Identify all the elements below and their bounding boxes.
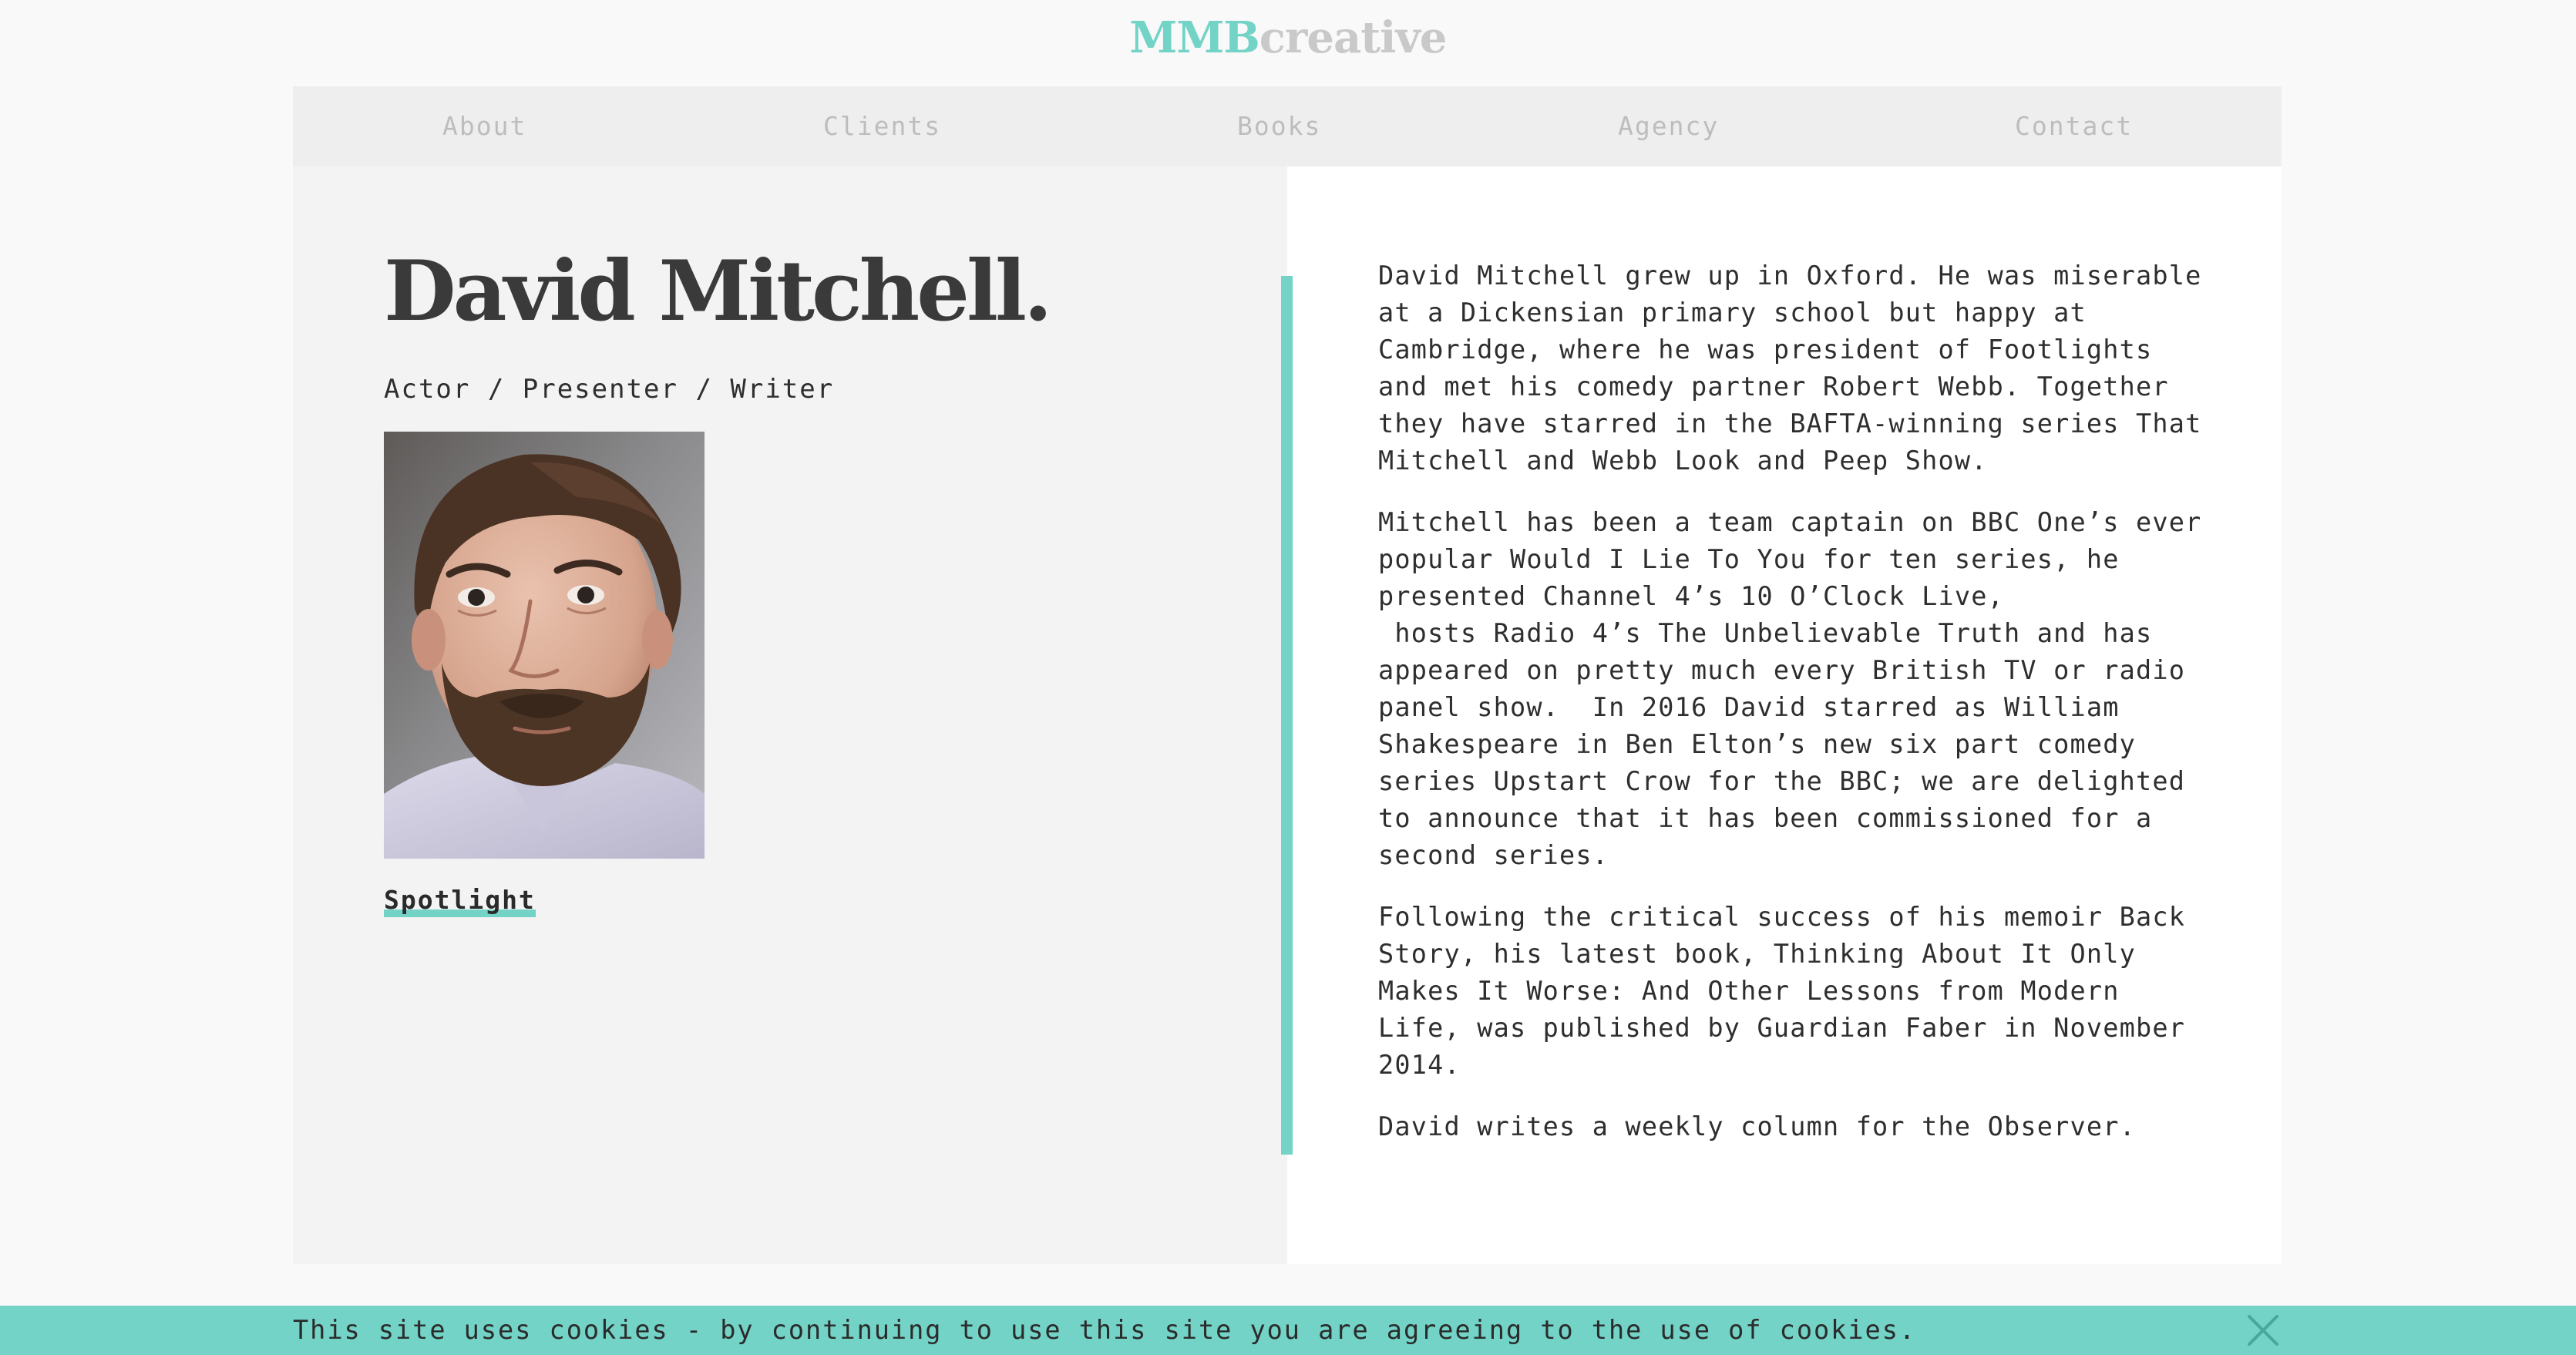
logo-creative: creative [1259,12,1448,63]
page-title: David Mitchell. [384,243,1053,340]
nav-item-agency[interactable]: Agency [1618,86,1719,166]
bio-paragraph: David writes a weekly column for the Obs… [1378,1111,2136,1141]
spotlight-link[interactable]: Spotlight [384,883,536,917]
bio-text: David Mitchell grew up in Oxford. He was… [1378,257,2211,1170]
nav-item-about[interactable]: About [442,86,526,166]
nav-item-contact[interactable]: Contact [2015,86,2133,166]
bio-paragraph: Following the critical success of his me… [1378,902,2202,1080]
accent-bar [1281,276,1293,1155]
profile-photo [384,432,705,859]
nav-item-books[interactable]: Books [1237,86,1321,166]
cookie-message: This site uses cookies - by continuing t… [293,1315,1917,1345]
close-icon[interactable] [2246,1313,2280,1347]
bio-paragraph: Mitchell has been a team captain on BBC … [1378,507,2202,870]
bio-paragraph: David Mitchell grew up in Oxford. He was… [1378,261,2218,476]
site-logo[interactable]: MMBcreative [0,11,2576,65]
main-nav: About Clients Books Agency Contact [293,86,2282,166]
cookie-banner: This site uses cookies - by continuing t… [0,1306,2576,1355]
logo-mmb: MMB [1129,12,1259,63]
roles-subtitle: Actor / Presenter / Writer [384,374,835,405]
nav-item-clients[interactable]: Clients [823,86,941,166]
